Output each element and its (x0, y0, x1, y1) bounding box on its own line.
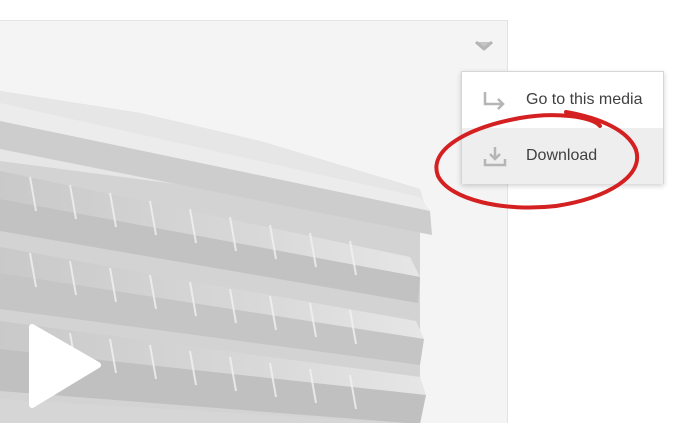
menu-item-download[interactable]: Download (462, 128, 663, 184)
menu-item-go-to-media[interactable]: Go to this media (462, 72, 663, 128)
chevron-down-icon (475, 40, 493, 51)
menu-item-label: Go to this media (526, 91, 643, 108)
media-card (0, 20, 508, 423)
go-to-arrow-icon (482, 87, 508, 113)
media-menu-button[interactable] (470, 35, 498, 57)
stage: Go to this media Download (0, 0, 700, 423)
play-icon[interactable] (24, 321, 104, 411)
media-dropdown-menu: Go to this media Download (461, 71, 664, 184)
download-icon (482, 143, 508, 169)
menu-item-label: Download (526, 147, 598, 164)
